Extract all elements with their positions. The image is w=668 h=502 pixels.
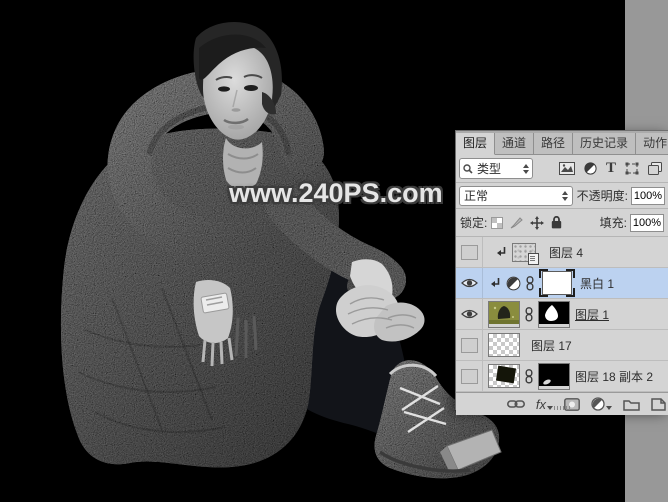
pixel-layer-filter-icon[interactable] (559, 162, 575, 175)
layers-panel-bottom-bar: fx (456, 392, 668, 415)
eye-icon (460, 308, 478, 320)
visibility-empty-well (460, 368, 478, 384)
blend-opacity-bar: 正常 不透明度: (456, 183, 668, 209)
layer-row-layer17[interactable]: 图层 17 (456, 330, 668, 361)
watermark-text: www.240PS.com (229, 178, 443, 208)
layer4-thumbnail[interactable] (512, 242, 539, 265)
layers-panel: 图层 通道 路径 历史记录 动作 类型 T 正常 不透明度: 100% 锁定: … (455, 130, 668, 415)
type-layer-filter-icon[interactable]: T (606, 160, 616, 177)
clipping-mask-arrow-icon (496, 246, 507, 258)
layer-name: 图层 1 (575, 307, 610, 322)
adjustment-layer-icon (506, 276, 521, 291)
tab-history[interactable]: 历史记录 (573, 133, 637, 154)
layer-name: 图层 18 副本 2 (575, 369, 654, 384)
new-layer-icon[interactable] (651, 397, 666, 411)
new-adjustment-layer-button[interactable] (591, 397, 612, 411)
layer-list: 图层 4 黑白 1 图层 1 图层 17 图层 18 副本 2 (456, 237, 668, 392)
lock-all-padlock-icon[interactable] (551, 216, 562, 229)
new-group-folder-icon[interactable] (623, 398, 640, 411)
layer1-thumbnail[interactable] (488, 300, 520, 328)
layer18copy2-mask-thumbnail[interactable] (538, 362, 570, 390)
tab-actions[interactable]: 动作 (636, 133, 668, 154)
fill-label: 填充: (599, 216, 627, 230)
layer-filter-bar: 类型 T (456, 155, 668, 183)
tab-paths[interactable]: 路径 (534, 133, 574, 154)
tab-layers[interactable]: 图层 (456, 133, 496, 155)
mask-link-icon[interactable] (525, 368, 533, 384)
select-arrows-icon (562, 190, 568, 201)
fill-input[interactable] (630, 213, 664, 232)
layer1-mask-thumbnail[interactable] (538, 300, 570, 328)
thumbnail-content (495, 365, 517, 384)
visibility-toggle[interactable] (456, 237, 483, 267)
smart-object-filter-icon[interactable] (648, 162, 663, 175)
photoshop-workspace: { "image": { "watermark": "www.240PS.com… (0, 0, 668, 502)
opacity-input[interactable] (631, 186, 665, 205)
search-icon (463, 163, 473, 174)
visibility-empty-well (460, 337, 478, 353)
tab-channels[interactable]: 通道 (495, 133, 535, 154)
visibility-toggle[interactable] (456, 361, 483, 391)
shape-layer-filter-icon[interactable] (625, 162, 639, 175)
opacity-label: 不透明度: (576, 189, 628, 203)
visibility-toggle[interactable] (456, 299, 483, 329)
blend-mode-value: 正常 (464, 189, 489, 203)
fx-label: fx (535, 396, 546, 412)
visibility-toggle[interactable] (456, 330, 483, 360)
layer18copy2-thumbnail[interactable] (488, 364, 520, 388)
select-arrows-icon (523, 163, 529, 174)
layer-row-layer1[interactable]: 图层 1 (456, 299, 668, 330)
layer-name: 图层 4 (549, 245, 584, 260)
panel-tab-bar: 图层 通道 路径 历史记录 动作 (456, 131, 668, 155)
lock-pixels-brush-icon[interactable] (510, 216, 524, 229)
filter-type-select[interactable]: 类型 (459, 158, 533, 179)
layer-name: 黑白 1 (580, 276, 615, 291)
blackwhite1-mask-thumbnail[interactable] (539, 269, 575, 297)
lock-transparency-icon[interactable] (491, 216, 504, 229)
layer-row-blackwhite1[interactable]: 黑白 1 (456, 268, 668, 299)
filter-type-label: 类型 (477, 162, 502, 176)
visibility-toggle[interactable] (456, 268, 483, 298)
layer-row-layer18copy2[interactable]: 图层 18 副本 2 (456, 361, 668, 392)
dropdown-caret-icon (606, 406, 612, 410)
lock-position-move-icon[interactable] (530, 215, 545, 230)
panel-resize-gripper[interactable] (554, 406, 570, 410)
layer-style-button[interactable]: fx (536, 398, 553, 411)
mask-link-icon[interactable] (526, 275, 534, 291)
smart-filter-badge-icon (528, 252, 539, 265)
blend-mode-select[interactable]: 正常 (459, 185, 573, 206)
eye-icon (460, 277, 478, 289)
layer17-thumbnail[interactable] (488, 333, 520, 357)
clipping-mask-arrow-icon (490, 277, 501, 289)
lock-fill-bar: 锁定: 填充: (456, 209, 668, 237)
lock-label: 锁定: (460, 216, 488, 230)
dropdown-caret-icon (547, 405, 553, 410)
visibility-empty-well (460, 244, 478, 260)
mask-link-icon[interactable] (525, 306, 533, 322)
adjustment-layer-filter-icon[interactable] (584, 162, 597, 175)
layer-name: 图层 17 (531, 338, 572, 353)
link-layers-icon[interactable] (506, 399, 525, 409)
layer-row-layer4[interactable]: 图层 4 (456, 237, 668, 268)
